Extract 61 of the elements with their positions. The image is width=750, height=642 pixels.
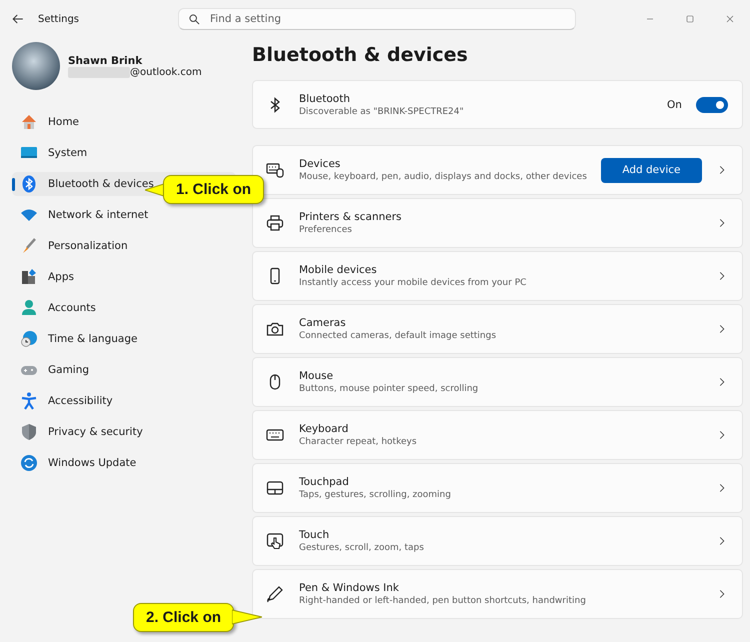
pen-icon [265, 584, 285, 604]
card-title: Devices [299, 158, 342, 170]
touch-hand-icon [265, 531, 285, 551]
account-email: @outlook.com [130, 66, 202, 78]
card-title: Mobile devices [299, 264, 378, 276]
settings-card[interactable]: Keyboard Character repeat, hotkeys [252, 410, 743, 460]
settings-card[interactable]: Touchpad Taps, gestures, scrolling, zooming [252, 463, 743, 513]
sidebar-item[interactable]: Network & internet [12, 203, 236, 227]
close-icon [724, 13, 736, 25]
maximize-icon [684, 13, 696, 25]
avatar [12, 42, 60, 90]
card-title: Bluetooth [299, 92, 351, 104]
card-subtitle: Character repeat, hotkeys [299, 437, 418, 447]
settings-card[interactable]: Mobile devices Instantly access your mobile devices from your PC [252, 251, 743, 301]
card-title: Touch [299, 529, 330, 541]
card-title: Pen & Windows Ink [299, 582, 400, 594]
account-name: Shawn Brink [68, 54, 144, 66]
sidebar-item[interactable]: Accounts [12, 296, 236, 320]
sidebar-item[interactable]: Gaming [12, 358, 236, 382]
printer-icon [265, 213, 285, 233]
settings-card[interactable]: Printers & scanners Preferences [252, 198, 743, 248]
accessibility-icon [19, 391, 39, 411]
sidebar-item[interactable]: Privacy & security [12, 420, 236, 444]
settings-card[interactable]: Pen & Windows Ink Right-handed or left-handed, pen button shortcuts, handwriting [252, 569, 743, 619]
callout-label: 1. Click on [163, 175, 264, 204]
card-title: Mouse [299, 370, 334, 382]
card-subtitle: Taps, gestures, scrolling, zooming [299, 490, 452, 500]
person-icon [19, 298, 39, 318]
sidebar-item[interactable]: Accessibility [12, 389, 236, 413]
sidebar-item[interactable]: Time & language [12, 327, 236, 351]
search-field[interactable]: Find a setting [178, 8, 576, 30]
card-subtitle: Discoverable as "BRINK-SPECTRE24" [299, 106, 465, 116]
page-title: Bluetooth & devices [252, 44, 469, 68]
globe-clock-icon [19, 329, 39, 349]
card-subtitle: Buttons, mouse pointer speed, scrolling [299, 384, 480, 394]
card-subtitle: Right-handed or left-handed, pen button shortcuts, handwriting [299, 596, 587, 606]
settings-card[interactable]: Mouse Buttons, mouse pointer speed, scrolling [252, 357, 743, 407]
settings-card[interactable]: Devices Mouse, keyboard, pen, audio, displays and docks, other devices Add device [252, 145, 743, 195]
card-subtitle: Preferences [299, 225, 353, 235]
settings-card[interactable]: Touch Gestures, scroll, zoom, taps [252, 516, 743, 566]
card-subtitle: Connected cameras, default image settings [299, 331, 498, 341]
toggle-state-label: On [666, 98, 682, 110]
card-title: Touchpad [299, 476, 350, 488]
apps-icon [19, 267, 39, 287]
window-title: Settings [38, 14, 80, 24]
sidebar-item[interactable]: Windows Update [12, 451, 236, 475]
sidebar-item[interactable]: Personalization [12, 234, 236, 258]
sidebar-item[interactable]: Home [12, 110, 236, 134]
sidebar-item[interactable]: Apps [12, 265, 236, 289]
card-title: Printers & scanners [299, 211, 402, 223]
sync-icon [19, 453, 39, 473]
add-device-button[interactable]: Add device [600, 158, 702, 182]
card-subtitle: Instantly access your mobile devices from your PC [299, 278, 528, 288]
toggle-switch[interactable] [696, 96, 728, 112]
card-title: Keyboard [299, 423, 350, 435]
shield-icon [19, 422, 39, 442]
card-subtitle: Gestures, scroll, zoom, taps [299, 543, 425, 553]
card-title: Cameras [299, 317, 347, 329]
settings-card[interactable]: Cameras Connected cameras, default image settings [252, 304, 743, 354]
sidebar-item[interactable]: System [12, 141, 236, 165]
card-subtitle: Mouse, keyboard, pen, audio, displays and docks, other devices [299, 172, 587, 182]
